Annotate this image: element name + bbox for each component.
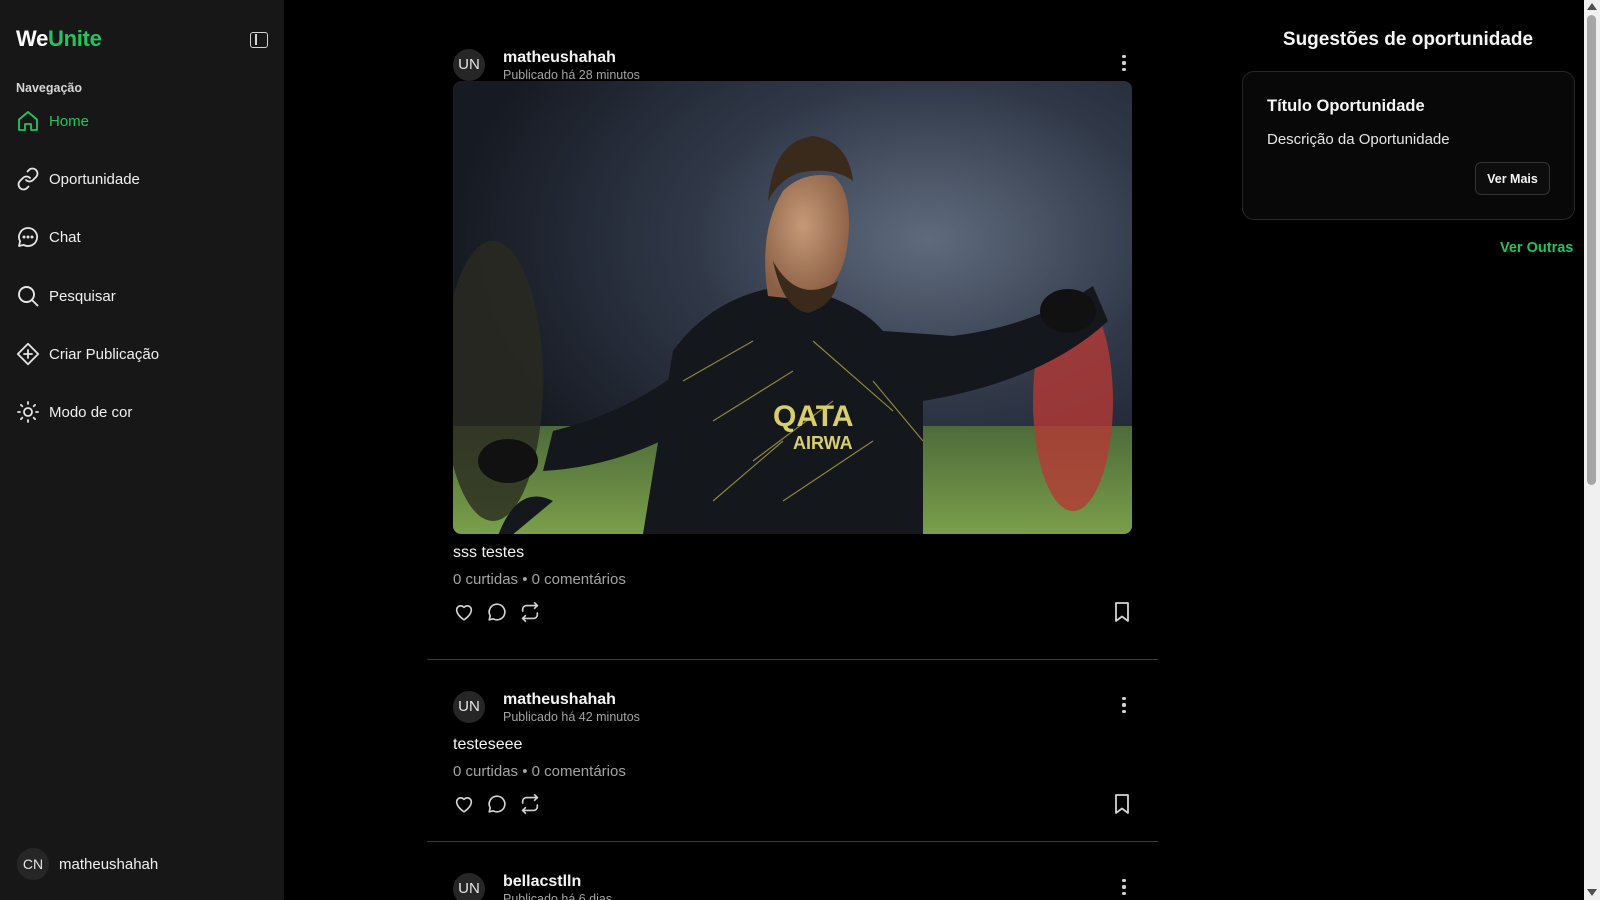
avatar[interactable]: UN: [453, 48, 485, 81]
sidebar-toggle-icon[interactable]: [250, 32, 268, 48]
sidebar-item-criar-publicacao[interactable]: Criar Publicação: [16, 340, 266, 368]
sidebar-item-label: Pesquisar: [49, 287, 116, 305]
avatar[interactable]: UN: [453, 872, 485, 900]
post-time: Publicado há 42 minutos: [503, 710, 640, 724]
comment-icon[interactable]: [486, 601, 508, 623]
chat-icon: [18, 227, 39, 247]
post-stats: 0 curtidas • 0 comentários: [453, 571, 626, 588]
post-header: UN matheushahah Publicado há 28 minutos: [453, 46, 640, 83]
link-icon: [17, 167, 39, 191]
create-post-icon: [16, 342, 40, 366]
avatar[interactable]: UN: [453, 690, 485, 723]
post-time: Publicado há 6 dias: [503, 892, 613, 900]
like-icon[interactable]: [453, 793, 475, 815]
suggestions-title: Sugestões de oportunidade: [1282, 29, 1534, 50]
logo-we: We: [16, 26, 49, 51]
sidebar-item-home[interactable]: Home: [16, 107, 266, 135]
post-divider: [427, 659, 1158, 660]
sidebar-item-label: Chat: [49, 228, 81, 246]
nav-heading: Navegação: [16, 81, 83, 95]
scrollbar[interactable]: [1584, 0, 1600, 900]
post-stats: 0 curtidas • 0 comentários: [453, 763, 626, 780]
current-user-name: matheushahah: [59, 855, 159, 873]
post-header: UN bellacstlln Publicado há 6 dias: [453, 870, 612, 900]
post-username[interactable]: matheushahah: [503, 48, 640, 67]
search-icon: [18, 286, 39, 307]
avatar: CN: [17, 848, 49, 880]
current-user[interactable]: CN matheushahah: [17, 848, 158, 880]
post-caption: testeseee: [453, 736, 523, 753]
like-icon[interactable]: [453, 601, 475, 623]
more-options-icon[interactable]: [1116, 54, 1132, 72]
repost-icon[interactable]: [519, 601, 541, 623]
repost-icon[interactable]: [519, 793, 541, 815]
post-actions: [453, 601, 552, 623]
post-actions: [453, 793, 552, 815]
logo-unite: Unite: [48, 26, 102, 51]
post-divider: [427, 841, 1158, 842]
sidebar-item-label: Home: [49, 112, 90, 130]
post-image[interactable]: QATA AIRWA: [453, 81, 1132, 534]
sidebar-item-label: Modo de cor: [49, 403, 133, 421]
sidebar-item-oportunidade[interactable]: Oportunidade: [16, 165, 266, 193]
opportunity-card: Título Oportunidade Descrição da Oportun…: [1242, 71, 1575, 220]
sidebar-item-modo-de-cor[interactable]: Modo de cor: [16, 398, 266, 426]
post: UN bellacstlln Publicado há 6 dias: [427, 870, 1158, 900]
bookmark-icon[interactable]: [1112, 793, 1132, 815]
scroll-up-icon[interactable]: [1587, 3, 1597, 10]
post-username[interactable]: bellacstlln: [503, 872, 612, 891]
more-options-icon[interactable]: [1116, 878, 1132, 896]
scroll-down-icon[interactable]: [1587, 889, 1597, 896]
home-icon: [18, 111, 38, 131]
post-caption: sss testes: [453, 544, 525, 561]
opportunity-title: Título Oportunidade: [1267, 97, 1425, 115]
post: UN matheushahah Publicado há 28 minutos: [427, 46, 1158, 660]
post-username[interactable]: matheushahah: [503, 690, 640, 709]
app-logo[interactable]: WeUnite: [16, 26, 102, 52]
post-header: UN matheushahah Publicado há 42 minutos: [453, 688, 640, 725]
bookmark-icon[interactable]: [1112, 601, 1132, 623]
sidebar: WeUnite Navegação Home Oportunidade Chat…: [0, 0, 284, 900]
see-others-link[interactable]: Ver Outras: [1500, 240, 1573, 256]
photo-illustration: QATA AIRWA: [453, 81, 1132, 534]
sidebar-item-chat[interactable]: Chat: [16, 223, 266, 251]
sun-icon: [17, 401, 39, 423]
sidebar-item-label: Oportunidade: [49, 170, 140, 188]
more-options-icon[interactable]: [1116, 696, 1132, 714]
see-more-button[interactable]: Ver Mais: [1475, 162, 1550, 195]
svg-text:AIRWA: AIRWA: [793, 433, 853, 453]
sidebar-item-pesquisar[interactable]: Pesquisar: [16, 282, 266, 310]
scrollbar-thumb[interactable]: [1587, 15, 1596, 485]
sidebar-item-label: Criar Publicação: [49, 345, 160, 363]
comment-icon[interactable]: [486, 793, 508, 815]
opportunity-description: Descrição da Oportunidade: [1267, 131, 1450, 148]
svg-text:QATA: QATA: [773, 400, 854, 433]
post: UN matheushahah Publicado há 42 minutos …: [427, 688, 1158, 843]
